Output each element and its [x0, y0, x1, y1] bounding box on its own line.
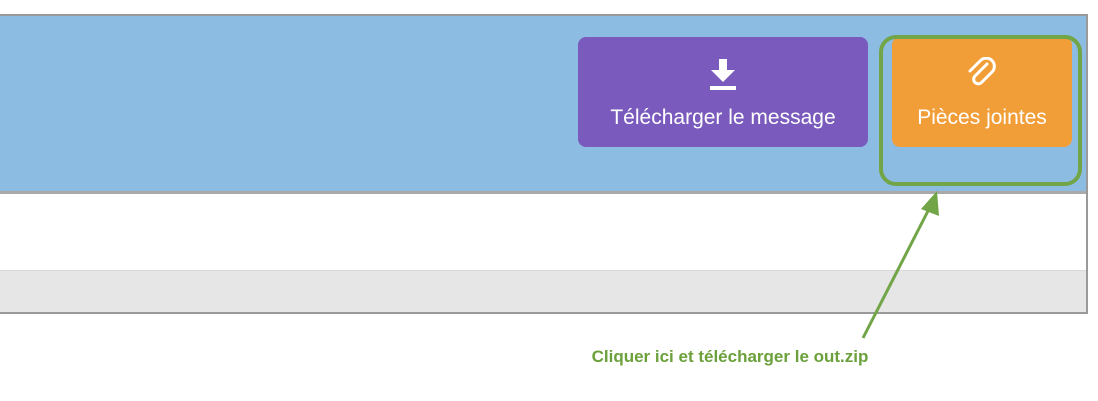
footer-band — [0, 270, 1086, 312]
paperclip-icon — [968, 57, 996, 86]
download-message-label: Télécharger le message — [610, 106, 836, 129]
content-row — [0, 194, 1086, 270]
download-icon — [710, 59, 736, 90]
download-message-button[interactable]: Télécharger le message — [578, 37, 868, 147]
attachments-button[interactable]: Pièces jointes — [892, 37, 1072, 147]
attachments-label: Pièces jointes — [917, 106, 1047, 129]
callout-text: Cliquer ici et télécharger le out.zip — [591, 347, 869, 366]
